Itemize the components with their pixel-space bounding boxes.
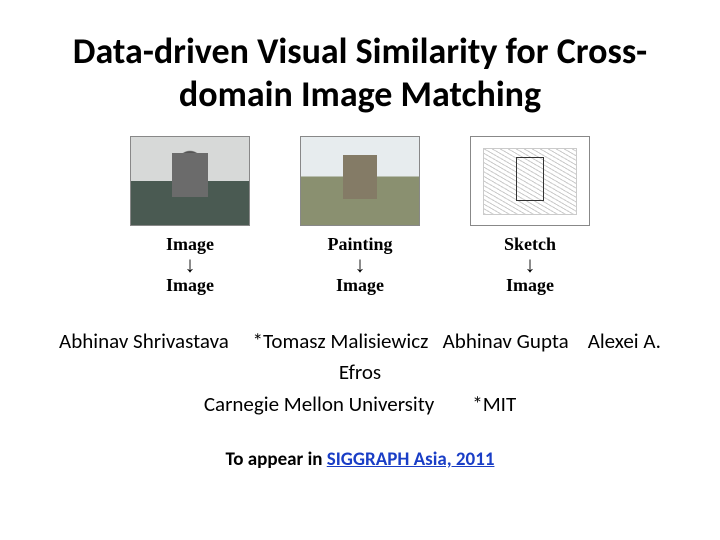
pair-label-2: Sketch ↓ Image [470, 234, 590, 295]
pair-bottom: Image [336, 275, 384, 295]
venue-line: To appear in SIGGRAPH Asia, 2011 [40, 448, 680, 471]
authors-line: Abhinav Shrivastava *Tomasz Malisiewicz … [40, 326, 680, 389]
venue-link[interactable]: SIGGRAPH Asia, 2011 [327, 448, 495, 471]
pair-label-1: Painting ↓ Image [300, 234, 420, 295]
thumb-painting [300, 136, 420, 226]
down-arrow-icon: ↓ [130, 255, 250, 275]
venue-prefix: To appear in [226, 448, 327, 471]
thumb-image [130, 136, 250, 226]
down-arrow-icon: ↓ [300, 255, 420, 275]
down-arrow-icon: ↓ [470, 255, 590, 275]
authors-block: Abhinav Shrivastava *Tomasz Malisiewicz … [40, 326, 680, 421]
label-row: Image ↓ Image Painting ↓ Image Sketch ↓ … [40, 234, 680, 295]
affiliations-line: Carnegie Mellon University *MIT [40, 389, 680, 421]
pair-bottom: Image [506, 275, 554, 295]
slide: Data-driven Visual Similarity for Cross-… [0, 0, 720, 540]
image-row [40, 136, 680, 226]
thumb-sketch [470, 136, 590, 226]
pair-bottom: Image [166, 275, 214, 295]
page-title: Data-driven Visual Similarity for Cross-… [40, 30, 680, 116]
pair-label-0: Image ↓ Image [130, 234, 250, 295]
